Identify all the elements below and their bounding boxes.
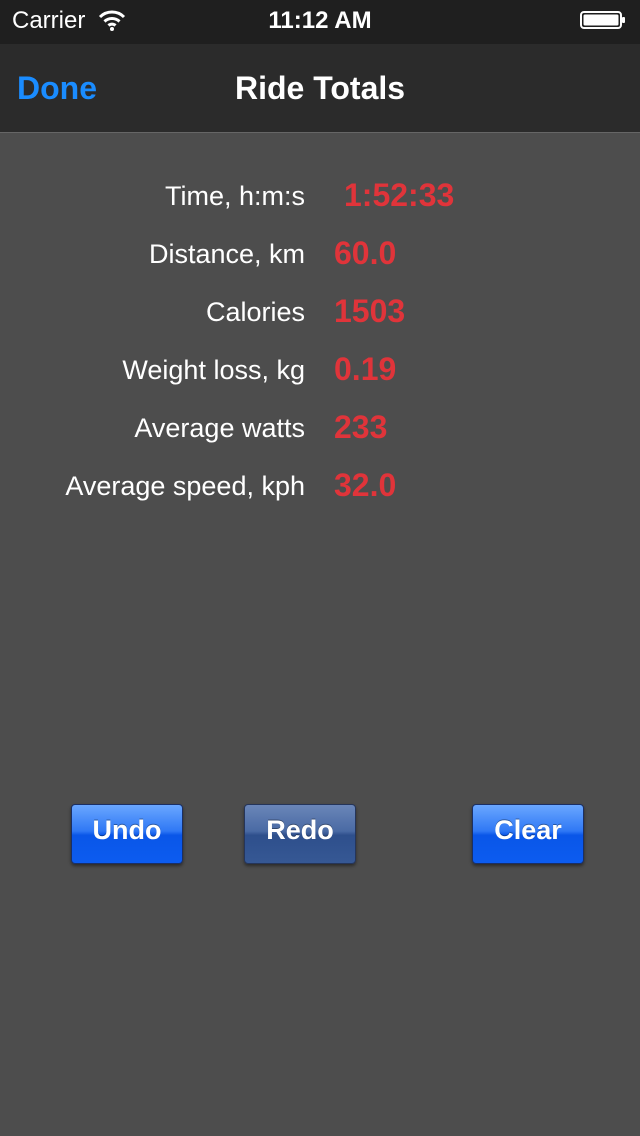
stat-label: Weight loss, kg	[122, 355, 305, 385]
undo-button[interactable]: Undo	[71, 804, 183, 864]
battery-icon	[580, 11, 625, 29]
clear-button[interactable]: Clear	[472, 804, 584, 864]
clock: 11:12 AM	[268, 7, 372, 34]
stat-row-distance: Distance, km 60.0	[0, 224, 640, 282]
stat-value: 0.19	[334, 351, 397, 387]
stat-value: 60.0	[334, 235, 397, 271]
stat-row-calories: Calories 1503	[0, 282, 640, 340]
status-bar: Carrier 11:12 AM	[0, 0, 640, 44]
stat-row-average-speed: Average speed, kph 32.0	[0, 456, 640, 514]
stat-label: Calories	[205, 297, 305, 327]
stat-row-weight-loss: Weight loss, kg 0.19	[0, 340, 640, 398]
ride-stats: Time, h:m:s 1:52:33 Distance, km 60.0 Ca…	[0, 166, 640, 514]
page-title: Ride Totals	[234, 70, 406, 106]
navigation-bar: Done Ride Totals	[0, 44, 640, 133]
stat-value: 233	[334, 409, 388, 445]
stat-label: Average speed, kph	[65, 471, 305, 501]
stat-label: Time, h:m:s	[164, 181, 305, 211]
redo-button[interactable]: Redo	[244, 804, 356, 864]
stat-value: 1503	[334, 293, 406, 329]
stat-value: 32.0	[334, 467, 397, 503]
stat-row-average-watts: Average watts 233	[0, 398, 640, 456]
stat-label: Average watts	[134, 413, 305, 443]
stat-value: 1:52:33	[344, 177, 455, 213]
stat-label: Distance, km	[148, 239, 305, 269]
stat-row-time: Time, h:m:s 1:52:33	[0, 166, 640, 224]
